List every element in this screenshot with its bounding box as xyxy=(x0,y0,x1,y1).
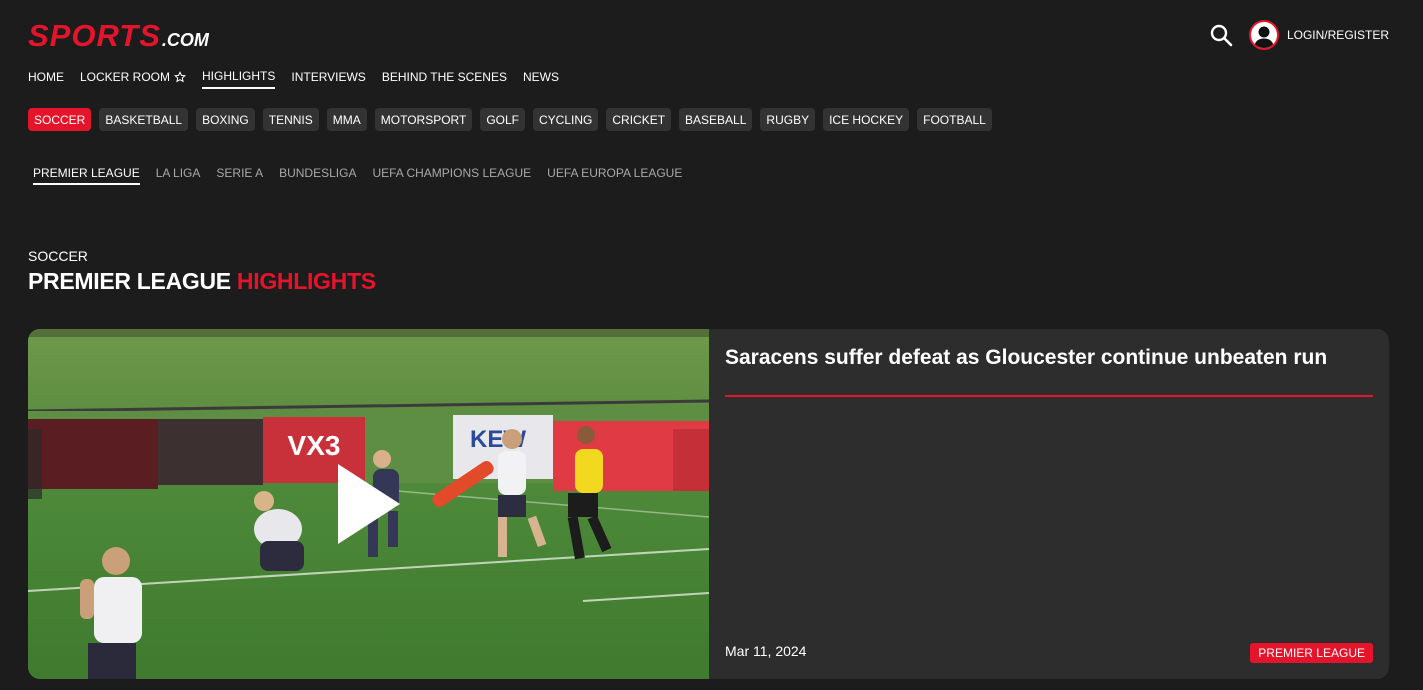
site-logo[interactable]: SPORTS .COM xyxy=(28,20,209,51)
featured-video-date: Mar 11, 2024 xyxy=(725,643,807,659)
league-tab-uefa-europa-league[interactable]: UEFA EUROPA LEAGUE xyxy=(547,166,682,185)
sport-chip-soccer[interactable]: SOCCER xyxy=(28,108,92,131)
sport-chip-golf[interactable]: GOLF xyxy=(480,108,526,131)
play-icon[interactable] xyxy=(338,464,400,544)
sport-chip-basketball[interactable]: BASKETBALL xyxy=(99,108,189,131)
sport-chip-boxing[interactable]: BOXING xyxy=(196,108,255,131)
sport-chip-cricket[interactable]: CRICKET xyxy=(606,108,672,131)
league-tab-la-liga[interactable]: LA LIGA xyxy=(156,166,201,185)
nav-item-behind-the-scenes[interactable]: BEHIND THE SCENES xyxy=(382,69,507,89)
league-tab-serie-a[interactable]: SERIE A xyxy=(216,166,263,185)
sport-chip-tennis[interactable]: TENNIS xyxy=(262,108,319,131)
nav-item-news[interactable]: NEWS xyxy=(523,69,559,89)
sport-filter-chips: SOCCER BASKETBALL BOXING TENNIS MMA MOTO… xyxy=(28,108,992,131)
ad-board-vx3: VX3 xyxy=(288,430,341,461)
nav-item-locker-room[interactable]: LOCKER ROOM xyxy=(80,69,187,89)
video-thumbnail[interactable]: VX3 KEW xyxy=(28,329,709,679)
featured-video-title[interactable]: Saracens suffer defeat as Gloucester con… xyxy=(725,343,1373,373)
login-register-label: LOGIN/REGISTER xyxy=(1286,28,1389,42)
featured-card-body: Saracens suffer defeat as Gloucester con… xyxy=(709,329,1389,679)
nav-item-interviews[interactable]: INTERVIEWS xyxy=(291,69,365,89)
star-icon xyxy=(174,71,187,83)
user-avatar-icon xyxy=(1248,20,1279,50)
sport-chip-rugby[interactable]: RUGBY xyxy=(760,108,816,131)
sport-chip-cycling[interactable]: CYCLING xyxy=(533,108,599,131)
sport-chip-baseball[interactable]: BASEBALL xyxy=(679,108,753,131)
sports-highlights-page: SPORTS .COM LOGIN/REGISTER HOME LOCKER R… xyxy=(0,0,1423,690)
main-nav: HOME LOCKER ROOM HIGHLIGHTS INTERVIEWS B… xyxy=(28,69,559,89)
nav-item-highlights[interactable]: HIGHLIGHTS xyxy=(202,69,276,89)
league-tab-bundesliga[interactable]: BUNDESLIGA xyxy=(279,166,356,185)
nav-item-home[interactable]: HOME xyxy=(28,69,64,89)
section-sport-label: SOCCER xyxy=(28,248,88,264)
league-badge[interactable]: PREMIER LEAGUE xyxy=(1250,643,1373,663)
search-icon[interactable] xyxy=(1207,20,1235,50)
league-tab-uefa-champions-league[interactable]: UEFA CHAMPIONS LEAGUE xyxy=(372,166,531,185)
login-register-button[interactable]: LOGIN/REGISTER xyxy=(1248,20,1389,50)
page-title: PREMIER LEAGUE HIGHLIGHTS xyxy=(28,268,376,294)
sport-chip-motorsport[interactable]: MOTORSPORT xyxy=(374,108,473,131)
header-actions: LOGIN/REGISTER xyxy=(1207,20,1389,50)
league-tab-premier-league[interactable]: PREMIER LEAGUE xyxy=(33,166,140,185)
sport-chip-ice-hockey[interactable]: ICE HOCKEY xyxy=(823,108,910,131)
sport-chip-football[interactable]: FOOTBALL xyxy=(917,108,992,131)
card-divider xyxy=(725,395,1373,397)
sport-chip-mma[interactable]: MMA xyxy=(326,108,367,131)
featured-video-card[interactable]: VX3 KEW Saracens suffer defeat as Glouce… xyxy=(28,329,1389,679)
league-tabs: PREMIER LEAGUE LA LIGA SERIE A BUNDESLIG… xyxy=(33,166,682,185)
